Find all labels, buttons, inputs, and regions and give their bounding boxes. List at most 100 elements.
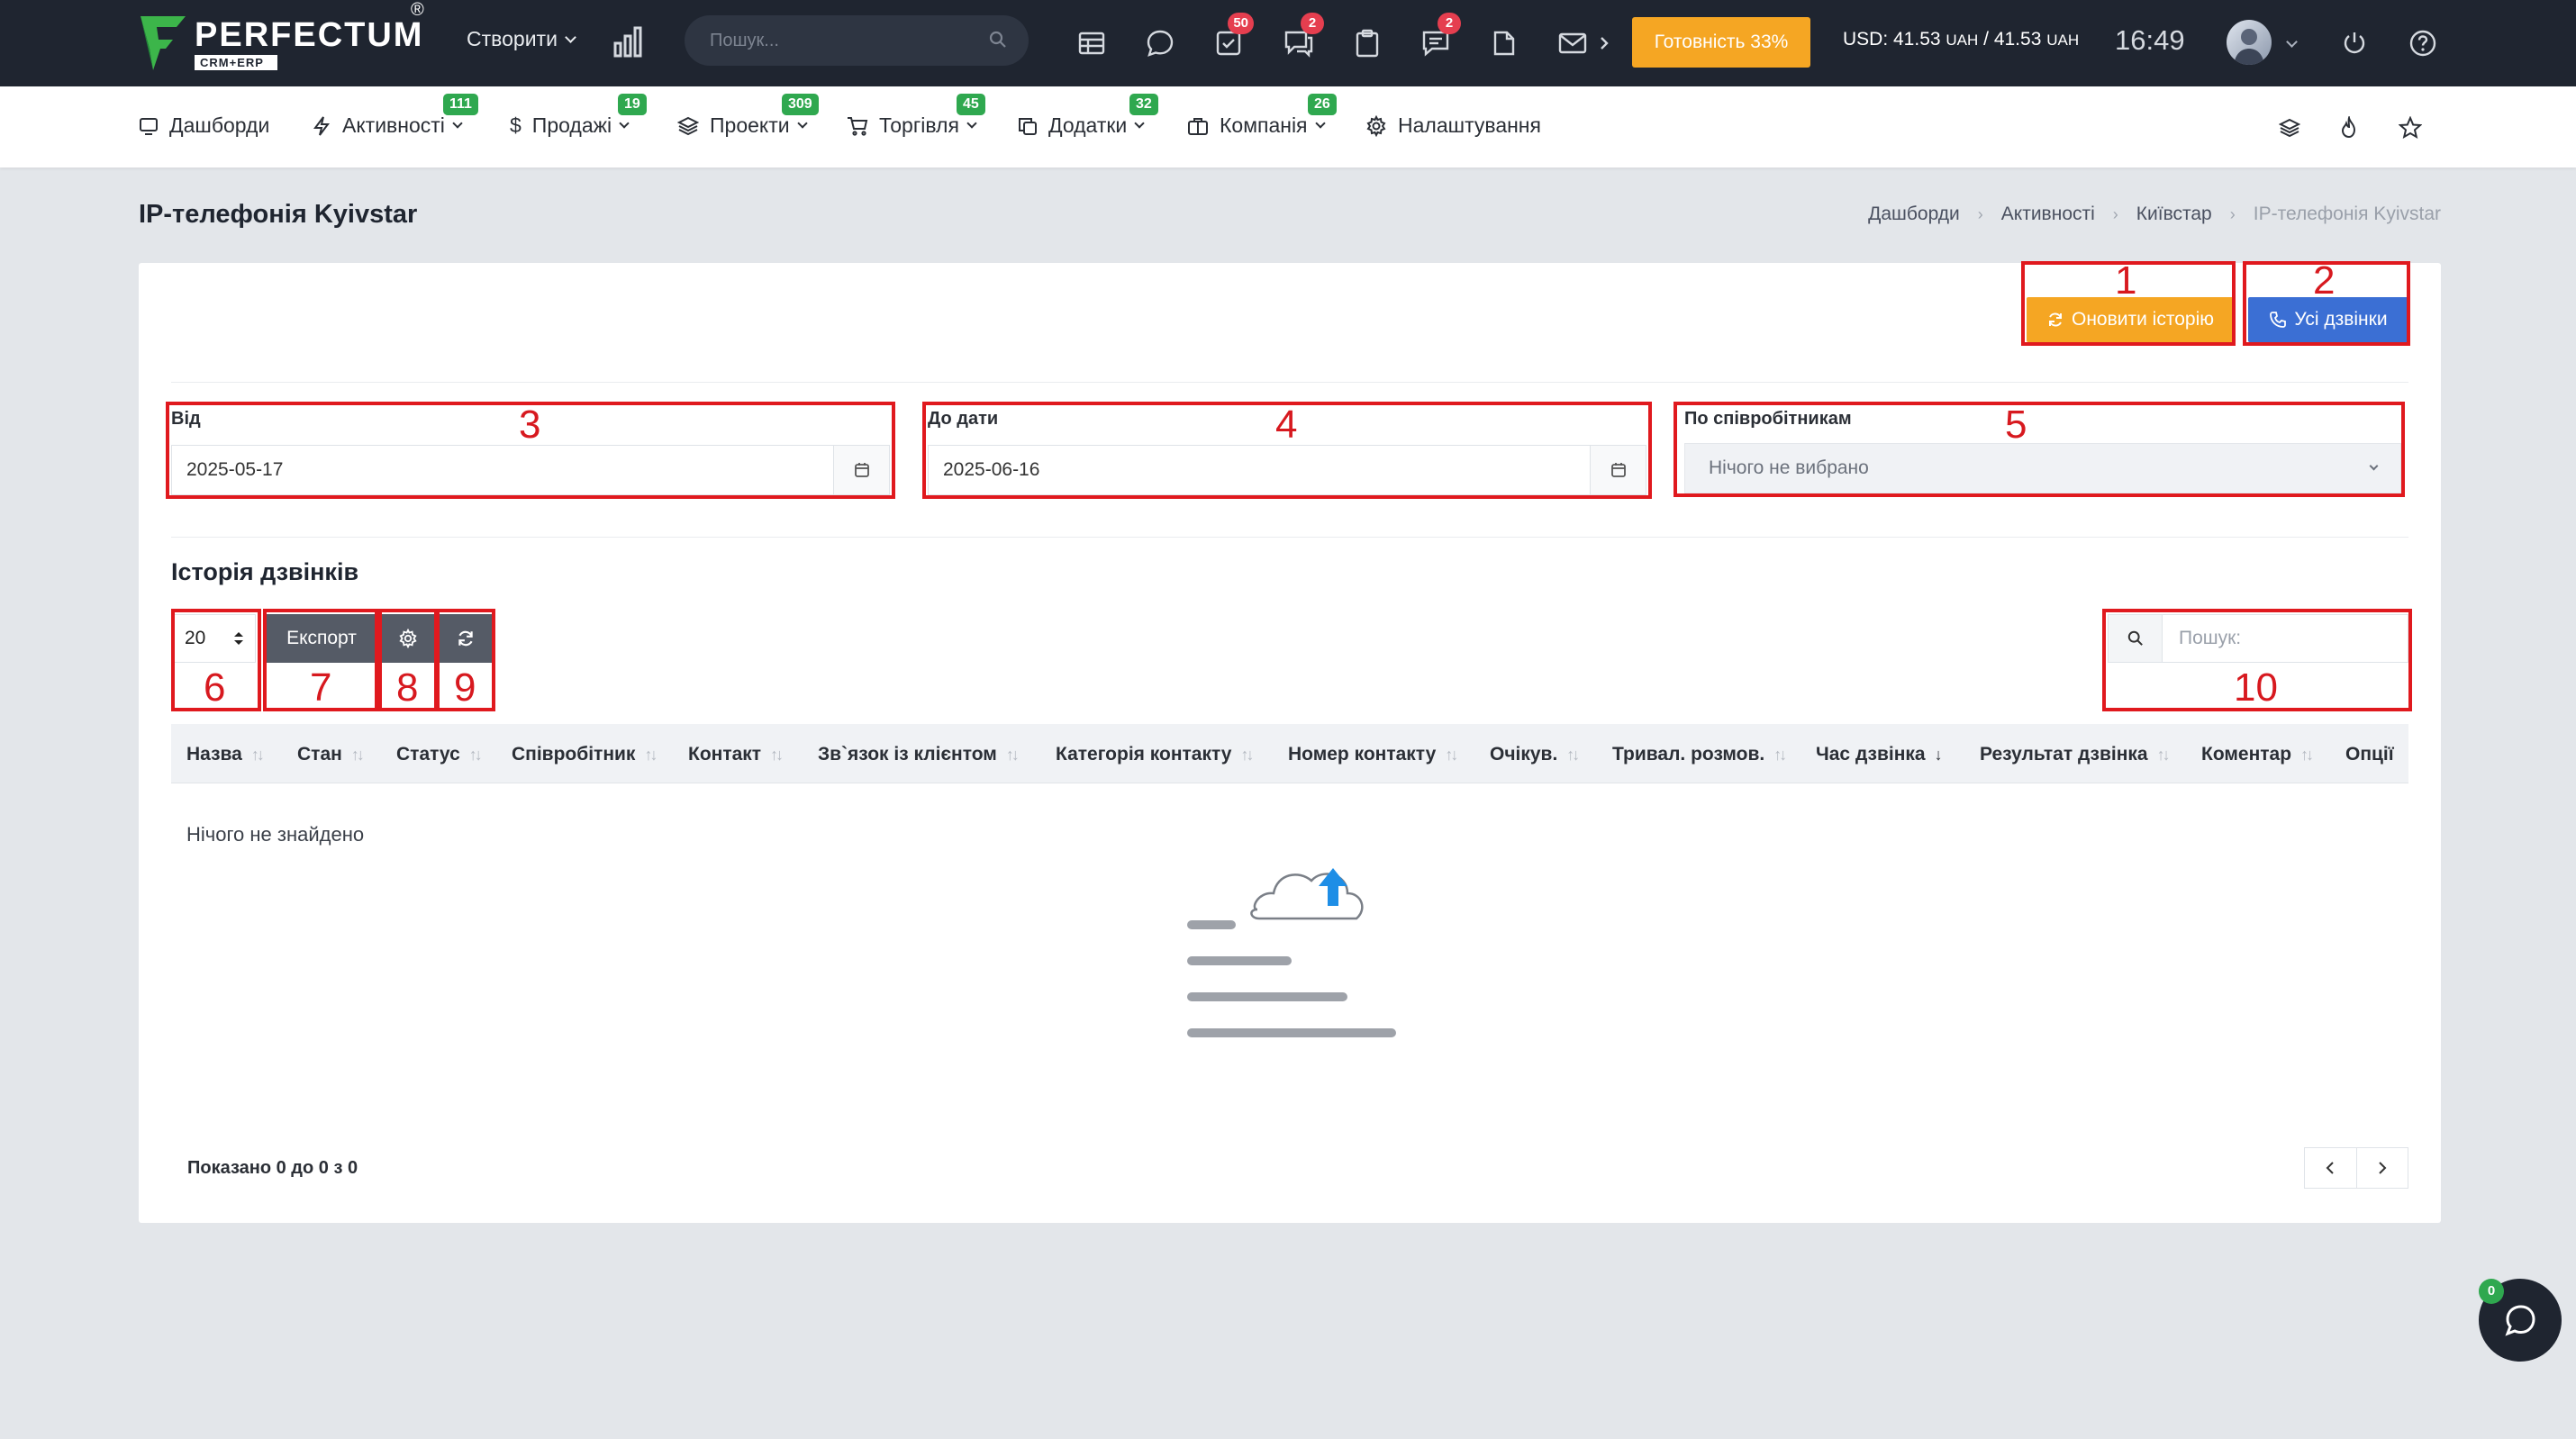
chevron-down-icon (452, 118, 463, 129)
employee-select-value: Нічого не вибрано (1709, 457, 1869, 478)
top-bar: PERFECTUM CRM+ERP ® Створити 50 2 2 (0, 0, 2576, 86)
col-duration[interactable]: Тривал. розмов. ↑↓ (1612, 744, 1787, 765)
star-icon[interactable] (2394, 112, 2426, 144)
to-date-input[interactable] (929, 446, 1590, 494)
fire-icon[interactable] (2333, 112, 2365, 144)
global-search[interactable] (685, 15, 1029, 66)
prev-page-button[interactable] (2305, 1148, 2356, 1188)
avatar-chevron-down-icon[interactable] (2286, 34, 2298, 50)
create-label: Створити (467, 27, 558, 50)
layers-icon[interactable] (2273, 112, 2306, 144)
create-menu[interactable]: Створити (467, 27, 576, 51)
nav-addons[interactable]: Додатки 32 (1018, 94, 1158, 138)
bar-chart-icon[interactable] (612, 25, 643, 62)
table-search-input[interactable] (2163, 628, 2408, 649)
col-call-result[interactable]: Результат дзвінка ↑↓ (1980, 744, 2171, 765)
breadcrumb-item[interactable]: Дашборди (1868, 204, 1960, 225)
clock: 16:49 (2115, 24, 2185, 56)
sort-icon: ↑↓ (1005, 745, 1020, 764)
gear-icon (399, 629, 417, 648)
breadcrumb-separator-icon: › (2229, 204, 2236, 223)
divider (171, 382, 2408, 383)
sort-icon: ↑↓ (1566, 745, 1580, 764)
cart-icon (848, 116, 868, 136)
chat-badge: 0 (2479, 1279, 2504, 1304)
lightning-icon (313, 115, 330, 136)
to-date-field[interactable] (928, 445, 1646, 495)
col-comment[interactable]: Коментар ↑↓ (2201, 744, 2314, 765)
nav-company[interactable]: Компанія 26 (1187, 94, 1337, 138)
calendar-icon[interactable] (1590, 446, 1646, 494)
tasks-check-icon[interactable]: 50 (1209, 13, 1254, 63)
from-date-field[interactable] (171, 445, 890, 495)
messages-icon[interactable]: 2 (1279, 13, 1324, 63)
calendar-icon[interactable] (833, 446, 889, 494)
chevron-left-icon (2326, 1162, 2334, 1174)
next-page-button[interactable] (2355, 1148, 2408, 1188)
nav-label: Проекти (710, 113, 790, 137)
sort-icon: ↑↓ (1773, 745, 1787, 764)
col-client-link[interactable]: Зв`язок із клієнтом ↑↓ (818, 744, 1020, 765)
nav-label: Продажі (531, 113, 612, 137)
nav-dashboards[interactable]: Дашборди (139, 113, 269, 138)
table-search[interactable] (2108, 614, 2408, 663)
nav-badge: 26 (1308, 94, 1337, 115)
page-size-select[interactable]: 20 (173, 614, 256, 663)
export-button[interactable]: Експорт (267, 614, 376, 663)
mail-icon[interactable] (1553, 23, 1592, 63)
nav-activities[interactable]: Активності 111 (312, 94, 478, 138)
employee-select[interactable]: Нічого не вибрано (1684, 443, 2401, 493)
readiness-button[interactable]: Готовність 33% (1632, 17, 1810, 68)
currency-rate: USD: 41.53 UAH / 41.53 UAH (1843, 29, 2080, 50)
reload-table-button[interactable] (440, 614, 492, 663)
nav-badge: 111 (443, 94, 478, 115)
nav-trade[interactable]: Торгівля 45 (847, 94, 985, 138)
chevron-right-icon[interactable] (1591, 23, 1618, 63)
pagination (2304, 1147, 2408, 1189)
breadcrumb-item[interactable]: Київстар (2136, 204, 2212, 225)
col-employee[interactable]: Співробітник ↑↓ (512, 744, 658, 765)
breadcrumb: Дашборди › Активності › Київстар › IP-те… (1868, 204, 2441, 225)
chevron-right-icon (2379, 1162, 2387, 1174)
nav-sales[interactable]: $ Продажі 19 (510, 94, 647, 138)
messages-badge: 2 (1301, 13, 1324, 34)
comments-icon[interactable]: 2 (1416, 13, 1461, 63)
sort-icon: ↑↓ (770, 745, 784, 764)
help-icon[interactable] (2403, 23, 2443, 63)
logo-name: PERFECTUM (195, 15, 424, 54)
refresh-history-button[interactable]: Оновити історію (2027, 297, 2234, 342)
nav-badge: 45 (957, 94, 985, 115)
col-status[interactable]: Статус ↑↓ (396, 744, 483, 765)
col-name[interactable]: Назва ↑↓ (186, 744, 265, 765)
sort-arrows-icon (234, 632, 243, 645)
nav-label: Додатки (1048, 113, 1128, 137)
power-icon[interactable] (2335, 23, 2374, 63)
all-calls-button[interactable]: Усі дзвінки (2248, 297, 2408, 342)
from-date-label: Від (171, 409, 201, 429)
dollar-icon: $ (510, 113, 522, 137)
col-contact-number[interactable]: Номер контакту ↑↓ (1288, 744, 1458, 765)
global-search-input[interactable] (710, 30, 980, 51)
logo[interactable]: PERFECTUM CRM+ERP (137, 9, 423, 77)
empty-table-message: Нічого не знайдено (186, 823, 365, 846)
pagination-info: Показано 0 до 0 з 0 (187, 1158, 358, 1178)
nav-settings[interactable]: Налаштування (1365, 113, 1541, 138)
from-date-input[interactable] (172, 446, 833, 494)
col-call-time[interactable]: Час дзвінка ↓ (1816, 744, 1943, 765)
sort-icon: ↑↓ (644, 745, 658, 764)
avatar[interactable] (2227, 20, 2272, 65)
col-state[interactable]: Стан ↑↓ (297, 744, 365, 765)
nav-projects[interactable]: Проекти 309 (677, 94, 819, 138)
col-waiting[interactable]: Очікув. ↑↓ (1490, 744, 1580, 765)
calendar-table-icon[interactable] (1072, 23, 1111, 63)
nav-label: Компанія (1220, 113, 1308, 137)
document-icon[interactable] (1484, 23, 1524, 63)
breadcrumb-item[interactable]: Активності (2001, 204, 2095, 225)
col-contact-category[interactable]: Категорія контакту ↑↓ (1056, 744, 1254, 765)
col-contact[interactable]: Контакт ↑↓ (688, 744, 784, 765)
chevron-down-icon (2369, 461, 2379, 471)
clipboard-icon[interactable] (1347, 23, 1387, 63)
column-settings-button[interactable] (382, 614, 434, 663)
chevron-down-icon (966, 118, 977, 129)
chat-bubble-icon[interactable] (1140, 23, 1180, 63)
